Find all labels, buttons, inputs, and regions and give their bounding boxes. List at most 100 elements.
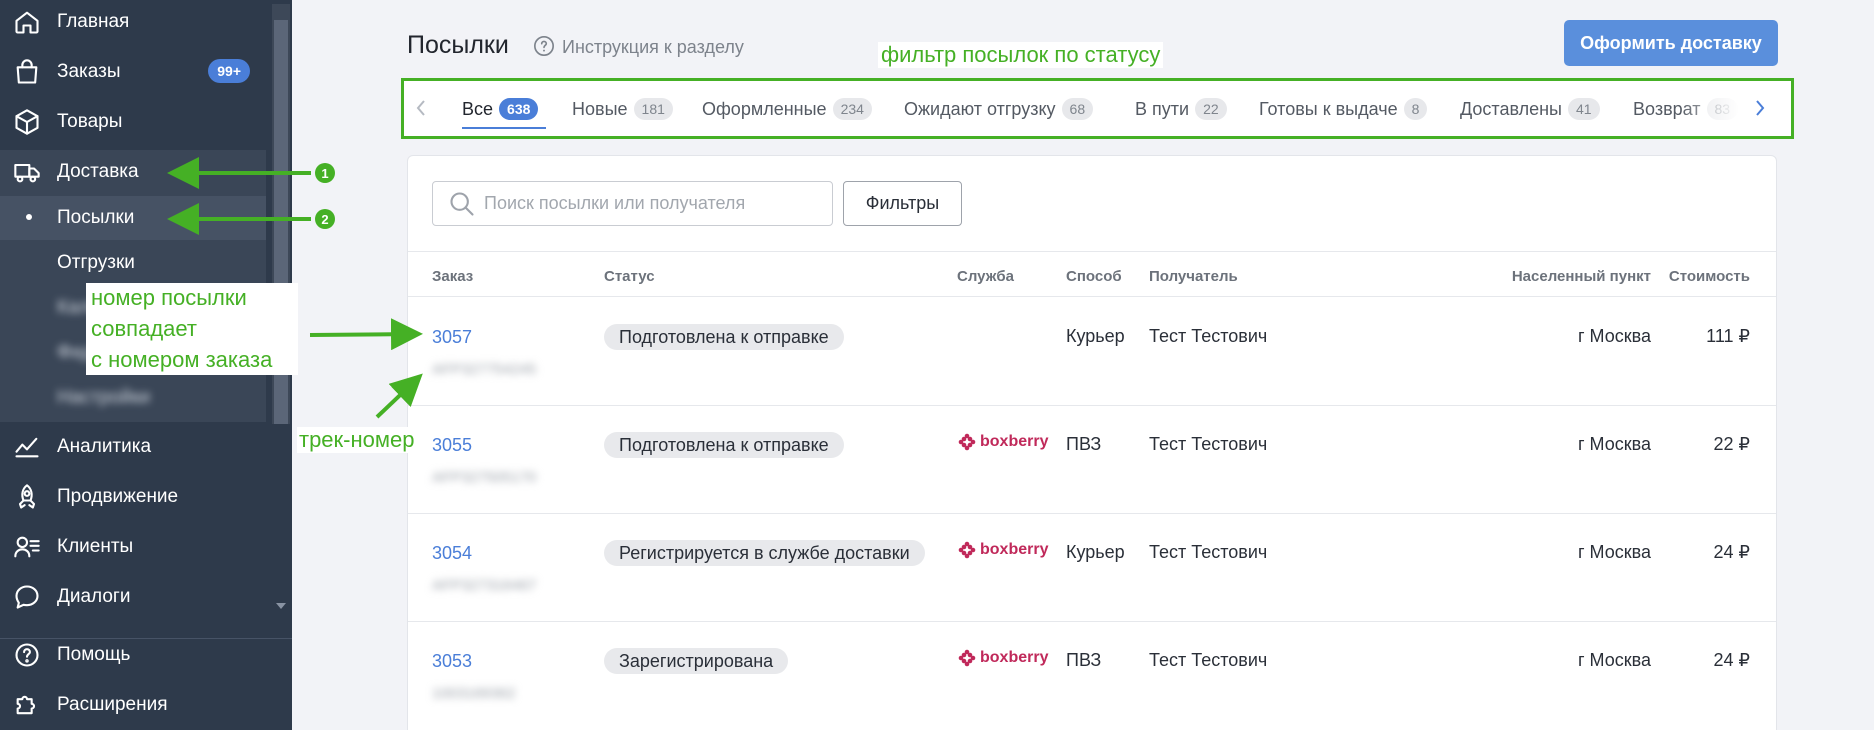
- tab-delivered[interactable]: Доставлены 41: [1460, 96, 1600, 122]
- page-title: Посылки: [407, 31, 509, 59]
- sidebar-item-orders[interactable]: Заказы 99+: [0, 47, 272, 97]
- order-number-link[interactable]: 3055: [432, 435, 472, 456]
- sidebar-item-label: Клиенты: [57, 536, 134, 557]
- recipient-name: Тест Тестович: [1149, 650, 1268, 670]
- divider: [408, 405, 1776, 406]
- tab-count: 234: [832, 98, 872, 120]
- sidebar-item-dialogs[interactable]: Диалоги: [0, 572, 272, 622]
- delivery-method: ПВЗ: [1066, 650, 1102, 670]
- city: г Москва: [1577, 650, 1651, 670]
- column-header-cost[interactable]: Стоимость: [1650, 268, 1750, 285]
- search-icon: [450, 191, 474, 216]
- recipient-name: Тест Тестович: [1149, 434, 1268, 454]
- tab-label: В пути: [1135, 98, 1190, 119]
- sidebar-item-label: Доставка: [57, 161, 139, 182]
- city: г Москва: [1577, 542, 1651, 562]
- sidebar-item-promotion[interactable]: Продвижение: [0, 472, 272, 522]
- active-dot: [26, 214, 32, 220]
- tab-count: 22: [1195, 98, 1227, 120]
- tab-registered[interactable]: Оформленные 234: [702, 96, 872, 122]
- boxberry-berry-icon: [958, 649, 976, 667]
- sidebar-item-help[interactable]: Помощь: [0, 630, 272, 680]
- delivery-method: ПВЗ: [1066, 434, 1102, 454]
- column-header-city[interactable]: Населенный пункт: [1450, 268, 1651, 285]
- search-input[interactable]: [484, 193, 784, 214]
- tab-count: 41: [1568, 98, 1600, 120]
- instructions-link[interactable]: Инструкция к разделу: [562, 37, 744, 58]
- puzzle-icon: [12, 690, 42, 720]
- sidebar-item-home[interactable]: Главная: [0, 0, 272, 47]
- tab-label: Оформленные: [702, 98, 827, 119]
- delivery-method: Курьер: [1066, 542, 1125, 562]
- sidebar-item-label: Товары: [57, 111, 123, 132]
- users-icon: [12, 532, 42, 562]
- boxberry-logo: boxberry: [957, 432, 1048, 452]
- service-name: boxberry: [980, 541, 1049, 558]
- status-badge: Регистрируется в службе доставки: [604, 540, 925, 566]
- tab-count: 68: [1061, 98, 1094, 120]
- tab-ready-for-pickup[interactable]: Готовы к выдаче 8: [1259, 96, 1428, 122]
- create-delivery-button[interactable]: Оформить доставку: [1564, 20, 1778, 66]
- column-header-service[interactable]: Служба: [957, 268, 1014, 285]
- tracking-number: AFP327316467: [432, 577, 537, 594]
- annotation-order-note-line2: совпадает: [91, 316, 197, 341]
- delivery-method: Курьер: [1066, 326, 1125, 346]
- sidebar-item-clients[interactable]: Клиенты: [0, 522, 272, 572]
- tab-all[interactable]: Все 638: [462, 96, 539, 122]
- status-badge: Зарегистрирована: [604, 648, 789, 674]
- tab-in-transit[interactable]: В пути 22: [1135, 96, 1227, 122]
- tabs-prev-arrow-icon[interactable]: [411, 96, 431, 120]
- order-number-link[interactable]: 3057: [432, 327, 472, 348]
- tab-label: Готовы к выдаче: [1259, 98, 1398, 119]
- boxberry-logo: boxberry: [957, 648, 1048, 668]
- tab-label: Новые: [572, 98, 628, 119]
- service-name: boxberry: [980, 649, 1049, 666]
- order-number-link[interactable]: 3053: [432, 651, 472, 672]
- tab-new[interactable]: Новые 181: [572, 96, 673, 122]
- sidebar-item-label: Расширения: [57, 694, 168, 715]
- divider: [408, 513, 1776, 514]
- sidebar-item-extensions[interactable]: Расширения: [0, 680, 272, 730]
- sidebar-subitem-settings[interactable]: Настройки: [57, 387, 150, 409]
- truck-icon: [12, 157, 42, 187]
- status-badge: Подготовлена к отправке: [604, 324, 844, 350]
- home-icon: [12, 7, 42, 37]
- column-header-recipient[interactable]: Получатель: [1149, 268, 1238, 285]
- tab-label: Все: [462, 98, 494, 119]
- sidebar-item-label: Главная: [57, 11, 130, 32]
- sidebar-item-label: Продвижение: [57, 486, 179, 507]
- sidebar-subitem-parcels[interactable]: Посылки: [57, 207, 134, 229]
- boxberry-berry-icon: [958, 541, 976, 559]
- scroll-down-arrow-icon[interactable]: [276, 603, 286, 609]
- sidebar-item-analytics[interactable]: Аналитика: [0, 422, 272, 472]
- annotation-filter-note: фильтр посылок по статусу: [878, 42, 1164, 68]
- divider: [408, 251, 1776, 252]
- search-box[interactable]: [432, 181, 833, 226]
- sidebar-item-label: Заказы: [57, 61, 121, 82]
- annotation-marker-2: 2: [315, 209, 335, 229]
- sidebar-item-delivery[interactable]: Доставка: [0, 147, 272, 197]
- city: г Москва: [1577, 434, 1651, 454]
- order-number-link[interactable]: 3054: [432, 543, 472, 564]
- cost: 24 ₽: [1713, 650, 1750, 670]
- sidebar-subitem-shipments[interactable]: Отгрузки: [57, 252, 135, 274]
- tab-label: Доставлены: [1460, 98, 1562, 119]
- box-icon: [12, 107, 42, 137]
- divider: [408, 621, 1776, 622]
- filters-button[interactable]: Фильтры: [843, 181, 962, 226]
- tab-count: 181: [633, 98, 673, 120]
- cost: 111 ₽: [1706, 326, 1750, 346]
- sidebar-item-products[interactable]: Товары: [0, 97, 272, 147]
- column-header-method[interactable]: Способ: [1066, 268, 1122, 285]
- sidebar-item-label: Аналитика: [57, 436, 152, 457]
- cost: 24 ₽: [1713, 542, 1750, 562]
- column-header-status[interactable]: Статус: [604, 268, 655, 285]
- question-circle-icon[interactable]: [533, 35, 555, 57]
- sidebar-item-label: Диалоги: [57, 586, 131, 607]
- tab-awaiting-shipment[interactable]: Ожидают отгрузку 68: [904, 96, 1094, 122]
- tabs-next-arrow-icon[interactable]: [1750, 96, 1770, 120]
- tab-count: 638: [499, 98, 539, 120]
- column-header-order[interactable]: Заказ: [432, 268, 473, 285]
- divider: [408, 296, 1776, 297]
- tab-label: Ожидают отгрузку: [904, 98, 1056, 119]
